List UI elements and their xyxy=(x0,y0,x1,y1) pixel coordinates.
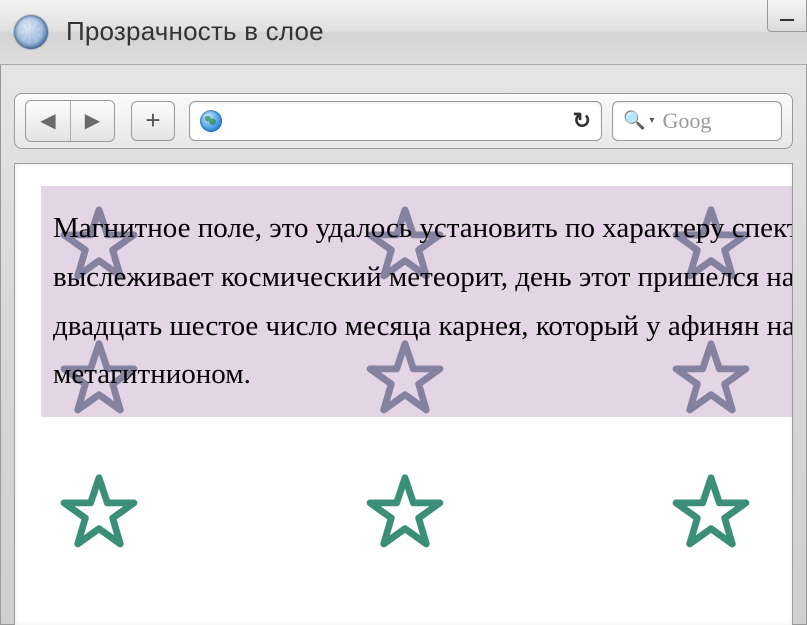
content-area: Магнитное поле, это удалось установить п… xyxy=(41,186,793,625)
globe-icon xyxy=(200,110,222,132)
star-icon xyxy=(365,474,445,550)
star-icon xyxy=(671,474,751,550)
minimize-button[interactable] xyxy=(767,0,807,32)
browser-window: Прозрачность в слое ◀ ▶ + ↻ 🔍 ▾ Goog xyxy=(0,0,807,625)
back-icon: ◀ xyxy=(40,108,55,133)
new-tab-button[interactable]: + xyxy=(131,101,175,141)
star-row xyxy=(41,474,793,550)
overlay-text-box: Магнитное поле, это удалось установить п… xyxy=(41,186,793,417)
search-icon: 🔍 xyxy=(623,110,645,131)
forward-button[interactable]: ▶ xyxy=(70,101,114,141)
window-title: Прозрачность в слое xyxy=(66,16,324,47)
url-bar[interactable]: ↻ xyxy=(189,101,602,141)
forward-icon: ▶ xyxy=(85,108,100,133)
page-viewport: Магнитное поле, это удалось установить п… xyxy=(14,163,793,625)
back-button[interactable]: ◀ xyxy=(26,101,70,141)
nav-group: ◀ ▶ xyxy=(25,100,115,142)
paragraph-text: Магнитное поле, это удалось установить п… xyxy=(53,212,793,390)
star-icon xyxy=(59,474,139,550)
search-bar[interactable]: 🔍 ▾ Goog xyxy=(612,101,782,141)
reload-button[interactable]: ↻ xyxy=(573,108,591,134)
reload-icon: ↻ xyxy=(573,108,591,133)
titlebar: Прозрачность в слое xyxy=(0,0,807,65)
page-favicon xyxy=(14,15,48,49)
search-dropdown-icon: ▾ xyxy=(649,115,654,126)
toolbar: ◀ ▶ + ↻ 🔍 ▾ Goog xyxy=(14,93,793,149)
plus-icon: + xyxy=(145,105,160,136)
window-controls xyxy=(767,0,807,32)
search-placeholder: Goog xyxy=(662,108,711,134)
